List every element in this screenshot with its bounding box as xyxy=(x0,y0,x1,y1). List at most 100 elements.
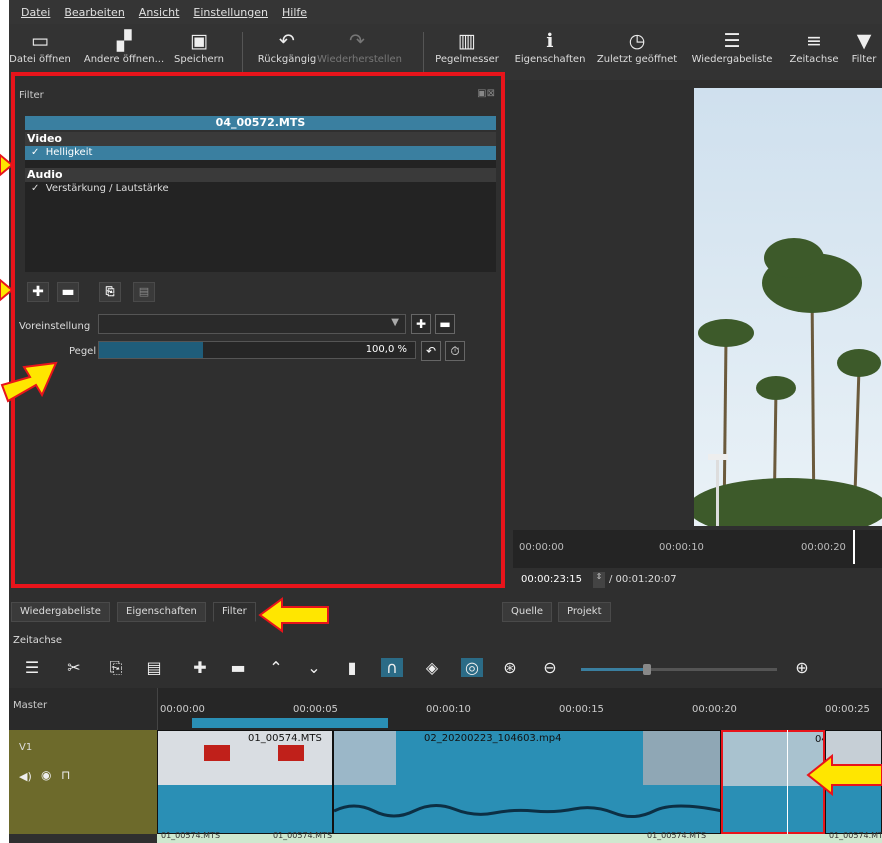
timeline-playhead[interactable] xyxy=(787,730,788,834)
timeline-tick: 00:00:15 xyxy=(559,704,604,715)
filter-group-video: Video xyxy=(25,132,496,146)
reset-pegel-button[interactable]: ↶ xyxy=(421,341,441,361)
annotation-arrow xyxy=(258,597,329,633)
zoom-out-icon[interactable]: ⊖ xyxy=(539,658,561,677)
copy-icon: ⎘ xyxy=(105,285,115,298)
flag-image xyxy=(204,745,230,761)
split-icon[interactable]: ▮ xyxy=(341,658,363,677)
save-preset-button[interactable]: ✚ xyxy=(411,314,431,334)
zoom-slider-fill xyxy=(581,668,647,671)
filter-panel-title: Filter xyxy=(19,90,44,101)
tab-filter[interactable]: Filter xyxy=(213,602,256,622)
playhead-marker[interactable] xyxy=(853,530,855,564)
menu-ansicht[interactable]: Ansicht xyxy=(139,6,180,19)
delete-preset-button[interactable]: ▬ xyxy=(435,314,455,334)
menu-datei[interactable]: Datei xyxy=(21,6,50,19)
filter-button[interactable]: ▼ Filter xyxy=(847,24,881,80)
plus-icon: ✚ xyxy=(32,284,44,300)
separator xyxy=(242,32,243,72)
lock-icon[interactable]: ⊓ xyxy=(61,768,70,782)
paste-filter-button[interactable]: ▤ xyxy=(133,282,155,302)
flag-image xyxy=(278,745,304,761)
filter-item-gain[interactable]: ✓ Verstärkung / Lautstärke xyxy=(25,182,496,196)
shotcut-window: Datei Bearbeiten Ansicht Einstellungen H… xyxy=(9,0,882,843)
pegel-slider[interactable]: 100,0 % xyxy=(98,341,416,359)
remove-filter-button[interactable]: ▬ xyxy=(57,282,79,302)
separator xyxy=(423,32,424,72)
properties-button[interactable]: ℹ Eigenschaften xyxy=(513,24,587,80)
save-icon: ▣ xyxy=(190,30,208,52)
in-out-range[interactable] xyxy=(192,718,388,728)
pegel-label: Pegel xyxy=(69,346,97,357)
playlist-button[interactable]: ☰ Wiedergabeliste xyxy=(682,24,782,80)
cut-icon[interactable]: ✂ xyxy=(63,658,85,677)
check-icon[interactable]: ✓ xyxy=(31,183,39,194)
open-other-icon: ▞ xyxy=(116,30,132,52)
player-ruler[interactable]: 00:00:00 00:00:10 00:00:20 xyxy=(513,530,882,568)
current-timecode[interactable]: 00:00:23:15 xyxy=(521,574,582,585)
preset-select[interactable]: ▼ xyxy=(98,314,406,334)
timeline-toolbar: ☰ ✂ ⎘ ▤ ✚ ▬ ⌃ ⌄ ▮ ∩ ◈ ◎ ⊛ ⊖ ⊕ xyxy=(9,650,882,688)
audio-waveform xyxy=(334,804,720,818)
eye-icon[interactable]: ◉ xyxy=(41,768,51,782)
tab-wiedergabeliste[interactable]: Wiedergabeliste xyxy=(11,602,110,622)
timeline-button[interactable]: ≡ Zeitachse xyxy=(785,24,843,80)
preview-image xyxy=(694,88,882,526)
timeline-tick: 00:00:10 xyxy=(426,704,471,715)
video-preview[interactable] xyxy=(694,88,882,526)
pegel-slider-fill xyxy=(99,342,204,358)
track-label-v1: V1 xyxy=(19,742,33,753)
filter-list[interactable]: Video ✓ Helligkeit Audio ✓ Verstärkung /… xyxy=(25,132,496,272)
tab-quelle[interactable]: Quelle xyxy=(502,602,553,622)
annotation-arrow xyxy=(806,753,882,797)
check-icon[interactable]: ✓ xyxy=(31,147,39,158)
undo-icon: ↶ xyxy=(425,344,437,358)
lift-icon[interactable]: ⌃ xyxy=(265,658,287,677)
filter-item-helligkeit[interactable]: ✓ Helligkeit xyxy=(25,146,496,160)
timeline-tick: 00:00:20 xyxy=(692,704,737,715)
undo-icon: ↶ xyxy=(279,30,295,52)
copy-icon[interactable]: ⎘ xyxy=(105,658,127,678)
scrub-icon[interactable]: ◈ xyxy=(421,658,443,677)
add-filter-button[interactable]: ✚ xyxy=(27,282,49,302)
remove-icon[interactable]: ▬ xyxy=(227,658,249,677)
tab-projekt[interactable]: Projekt xyxy=(558,602,611,622)
tab-eigenschaften[interactable]: Eigenschaften xyxy=(117,602,206,622)
append-icon[interactable]: ✚ xyxy=(189,658,211,677)
zoom-slider[interactable] xyxy=(581,664,777,675)
timeline-title: Zeitachse xyxy=(13,635,63,646)
redo-icon: ↷ xyxy=(349,30,365,52)
timecode-spinner[interactable]: ⇕ xyxy=(593,572,605,588)
ripple-all-icon[interactable]: ⊛ xyxy=(499,658,521,677)
track-a1[interactable]: 01_00574.MTS 01_00574.MTS 01_00574.MTS 0… xyxy=(157,831,882,843)
keyframe-pegel-button[interactable]: ⏱ xyxy=(445,341,465,361)
player-timecode: 00:00:23:15 ⇕ / 00:01:20:07 xyxy=(513,570,882,592)
zoom-in-icon[interactable]: ⊕ xyxy=(791,658,813,677)
menu-icon[interactable]: ☰ xyxy=(21,658,43,677)
mute-icon[interactable]: ◀) xyxy=(19,770,32,783)
copy-filter-button[interactable]: ⎘ xyxy=(99,282,121,302)
menu-einstellungen[interactable]: Einstellungen xyxy=(193,6,268,19)
menu-bearbeiten[interactable]: Bearbeiten xyxy=(64,6,124,19)
timeline-clip[interactable]: 01_00574.MTS xyxy=(157,730,333,834)
clip-label: 01_00574.MTS xyxy=(248,733,322,744)
folder-open-icon: ▭ xyxy=(31,30,49,52)
overwrite-icon[interactable]: ⌄ xyxy=(303,658,325,677)
paste-icon[interactable]: ▤ xyxy=(143,658,165,677)
clip-label: 04 xyxy=(815,734,823,745)
clip-label: 01_00574.MTS xyxy=(829,831,882,840)
info-icon: ℹ xyxy=(546,30,554,52)
panel-float-close-icon[interactable]: ▣⊠ xyxy=(477,88,495,99)
zoom-slider-handle[interactable] xyxy=(643,664,651,675)
ripple-icon[interactable]: ◎ xyxy=(461,658,483,677)
timeline-ruler[interactable]: 00:00:00 00:00:05 00:00:10 00:00:15 00:0… xyxy=(157,688,882,730)
timeline-clip[interactable]: 02_20200223_104603.mp4 xyxy=(333,730,721,834)
clip-label: 02_20200223_104603.mp4 xyxy=(424,733,562,744)
plus-icon: ✚ xyxy=(415,317,427,331)
ruler-tick: 00:00:10 xyxy=(659,542,704,553)
snap-icon[interactable]: ∩ xyxy=(381,658,403,677)
recent-button[interactable]: ◷ Zuletzt geöffnet xyxy=(592,24,682,80)
menu-hilfe[interactable]: Hilfe xyxy=(282,6,307,19)
clip-label: 01_00574.MTS xyxy=(161,831,221,840)
track-v1[interactable]: 01_00574.MTS 02_20200223_104603.mp4 04 xyxy=(157,730,882,834)
